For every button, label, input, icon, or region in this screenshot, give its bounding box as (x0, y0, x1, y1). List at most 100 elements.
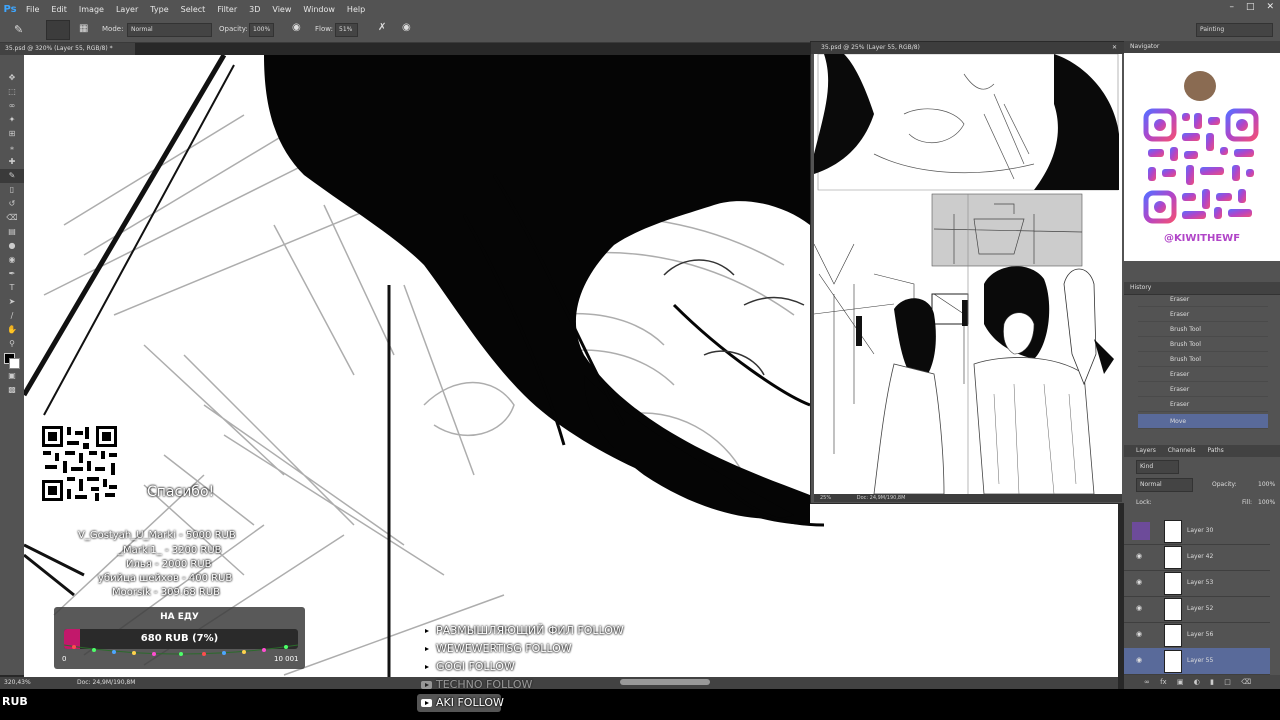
eye-icon[interactable]: ◉ (1136, 631, 1144, 638)
donation-entry: Moorsik - 309.68 RUB (112, 587, 221, 598)
document-tab[interactable]: 35.psd @ 320% (Layer 55, RGB/8) * (0, 43, 135, 55)
horizontal-scrollbar[interactable] (620, 679, 710, 685)
marquee-tool-icon[interactable]: ⬚ (0, 85, 24, 99)
layer-opacity-field[interactable]: 100% (1258, 481, 1275, 488)
eye-icon[interactable]: ◉ (1136, 579, 1144, 586)
eye-icon[interactable]: ◉ (1136, 553, 1144, 560)
brush-preset-picker[interactable] (46, 20, 70, 40)
eye-icon[interactable]: ◉ (1136, 657, 1144, 664)
history-item[interactable]: Brush Tool (1138, 337, 1268, 352)
gradient-tool-icon[interactable]: ▤ (0, 225, 24, 239)
history-item[interactable]: Brush Tool (1138, 352, 1268, 367)
history-item[interactable]: Eraser (1138, 382, 1268, 397)
opacity-label: Opacity: (219, 25, 248, 33)
menu-type[interactable]: Type (144, 5, 174, 14)
menu-select[interactable]: Select (175, 5, 212, 14)
history-item[interactable]: Eraser (1138, 367, 1268, 382)
layer-row[interactable]: ◉ Layer 42 (1124, 544, 1270, 571)
zoom-tool-icon[interactable]: ⚲ (0, 337, 24, 351)
goal-title: НА ЕДУ (160, 612, 199, 622)
history-item-selected[interactable]: Move (1138, 414, 1268, 429)
link-icon[interactable]: ∞ (1144, 678, 1150, 686)
layer-thumbnail (1164, 520, 1182, 543)
mode-select[interactable]: Normal (127, 23, 212, 37)
goal-min: 0 (62, 655, 67, 663)
layer-row-selected[interactable]: ◉ Layer 55 (1124, 648, 1270, 675)
layer-thumbnail (1164, 598, 1182, 621)
fill-field[interactable]: 100% (1258, 499, 1275, 506)
menu-filter[interactable]: Filter (211, 5, 243, 14)
brush-tool-icon[interactable]: ✎ (14, 23, 23, 36)
new-layer-icon[interactable]: □ (1224, 678, 1231, 686)
type-tool-icon[interactable]: T (0, 281, 24, 295)
float-window-title[interactable]: 35.psd @ 25% (Layer 55, RGB/8) ✕ (811, 42, 1125, 54)
screen-mode-icon[interactable]: ▩ (0, 383, 24, 397)
layer-kind-filter[interactable]: Kind (1136, 460, 1179, 474)
youtube-icon (421, 626, 432, 635)
brush-tool-icon[interactable]: ✎ (0, 169, 24, 183)
group-icon[interactable]: ▮ (1210, 678, 1214, 686)
menu-image[interactable]: Image (73, 5, 110, 14)
floating-document-window[interactable]: 35.psd @ 25% (Layer 55, RGB/8) ✕ 25% Doc… (810, 41, 1126, 504)
line-tool-icon[interactable]: ∕ (0, 309, 24, 323)
mode-label: Mode: (102, 25, 124, 33)
brush-panel-icon[interactable]: ▦ (79, 23, 88, 34)
menu-help[interactable]: Help (341, 5, 371, 14)
layers-tab[interactable]: Layers (1136, 447, 1156, 454)
layer-row[interactable]: ◉ Layer 53 (1124, 570, 1270, 597)
social-link: GOGI FOLLOW (421, 660, 515, 673)
airbrush-icon[interactable]: ✗ (378, 22, 386, 33)
close-icon[interactable]: ✕ (1266, 2, 1274, 12)
paths-tab[interactable]: Paths (1207, 447, 1223, 454)
opacity-field[interactable]: 100% (249, 23, 274, 37)
channels-tab[interactable]: Channels (1168, 447, 1196, 454)
lasso-tool-icon[interactable]: ∞ (0, 99, 24, 113)
eraser-tool-icon[interactable]: ⌫ (0, 211, 24, 225)
blend-mode-select[interactable]: Normal (1136, 478, 1193, 492)
fx-icon[interactable]: fx (1160, 678, 1167, 686)
path-select-tool-icon[interactable]: ➤ (0, 295, 24, 309)
float-close-icon[interactable]: ✕ (1112, 42, 1117, 54)
layer-row[interactable]: ◉ Layer 52 (1124, 596, 1270, 623)
move-tool-icon[interactable]: ✥ (0, 71, 24, 85)
quick-mask-icon[interactable]: ▣ (0, 369, 24, 383)
minimize-icon[interactable]: – (1229, 2, 1234, 12)
quick-select-tool-icon[interactable]: ✦ (0, 113, 24, 127)
layers-tab-bar: Layers Channels Paths (1124, 445, 1280, 457)
eye-icon[interactable]: ◉ (1136, 605, 1144, 612)
layer-row[interactable]: ◉ Layer 56 (1124, 622, 1270, 649)
menu-view[interactable]: View (266, 5, 297, 14)
maximize-icon[interactable]: □ (1246, 2, 1255, 12)
eyedropper-tool-icon[interactable]: ⁎ (0, 141, 24, 155)
workspace-select[interactable]: Painting (1196, 23, 1273, 37)
menu-edit[interactable]: Edit (45, 5, 73, 14)
history-item[interactable]: Eraser (1138, 307, 1268, 322)
social-link: РАЗМЫШЛЯЮЩИЙ ФИЛ FOLLOW (421, 624, 624, 637)
history-brush-icon[interactable]: ↺ (0, 197, 24, 211)
menu-3d[interactable]: 3D (243, 5, 266, 14)
mask-icon[interactable]: ▣ (1177, 678, 1184, 686)
history-item[interactable]: Eraser (1138, 397, 1268, 412)
flow-field[interactable]: 51% (335, 23, 358, 37)
zoom-readout[interactable]: 320,43% (4, 677, 31, 689)
adjustment-icon[interactable]: ◐ (1194, 678, 1200, 686)
history-item[interactable]: Brush Tool (1138, 322, 1268, 337)
color-swatches[interactable] (0, 351, 24, 369)
menu-layer[interactable]: Layer (110, 5, 144, 14)
history-item[interactable]: Eraser (1138, 292, 1268, 307)
pen-tool-icon[interactable]: ✒ (0, 267, 24, 281)
blur-tool-icon[interactable]: ● (0, 239, 24, 253)
dodge-tool-icon[interactable]: ◉ (0, 253, 24, 267)
hand-tool-icon[interactable]: ✋ (0, 323, 24, 337)
healing-tool-icon[interactable]: ✚ (0, 155, 24, 169)
flow-label: Flow: (315, 25, 333, 33)
pressure-size-icon[interactable]: ◉ (402, 22, 411, 33)
menu-file[interactable]: File (20, 5, 45, 14)
layer-row[interactable]: Layer 30 (1124, 518, 1270, 545)
social-link: WEWEWERTISG FOLLOW (421, 642, 572, 655)
crop-tool-icon[interactable]: ⊞ (0, 127, 24, 141)
stamp-tool-icon[interactable]: ▯ (0, 183, 24, 197)
menu-window[interactable]: Window (297, 5, 341, 14)
trash-icon[interactable]: ⌫ (1241, 678, 1251, 686)
pressure-opacity-icon[interactable]: ◉ (292, 22, 301, 33)
